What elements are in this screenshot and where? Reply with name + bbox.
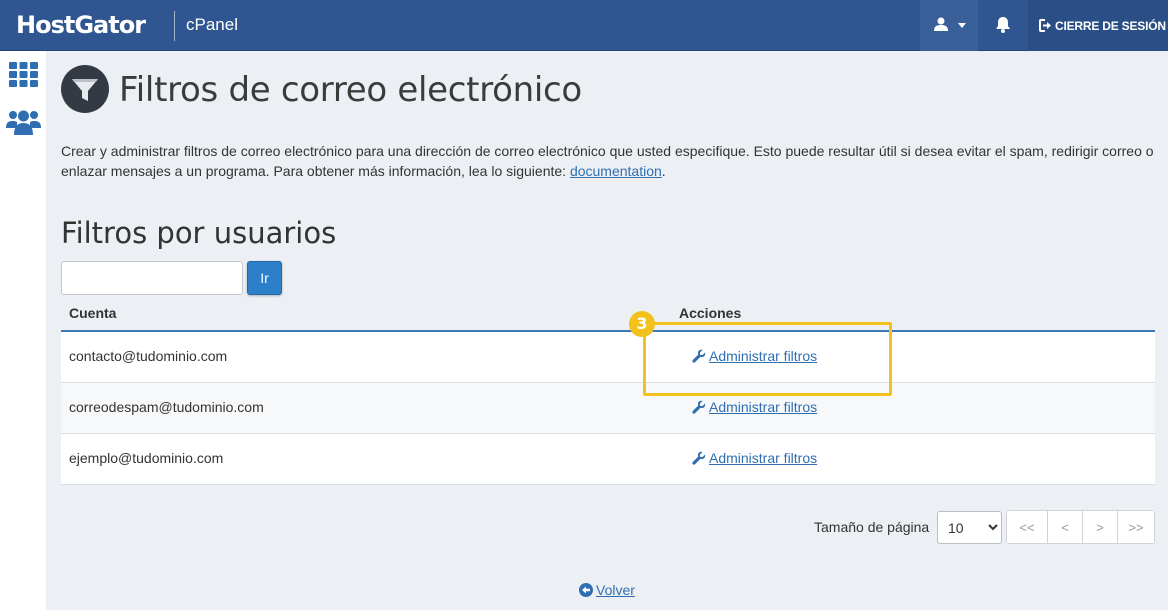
manage-filters-link[interactable]: Administrar filtros	[692, 399, 817, 415]
table-header: Cuenta Acciones	[61, 300, 1155, 332]
column-header-account[interactable]: Cuenta	[69, 305, 116, 321]
first-page-button[interactable]: <<	[1007, 511, 1048, 543]
column-header-actions: Acciones	[679, 305, 742, 321]
account-cell: contacto@tudominio.com	[69, 348, 228, 364]
table-row: ejemplo@tudominio.com Administrar filtro…	[61, 434, 1155, 485]
wrench-icon	[692, 451, 706, 465]
documentation-link[interactable]: documentation	[570, 163, 662, 179]
go-button[interactable]: Ir	[247, 261, 282, 295]
last-page-button[interactable]: >>	[1118, 511, 1154, 543]
logout-button[interactable]: CIERRE DE SESIÓN	[1028, 0, 1168, 51]
arrow-circle-left-icon	[579, 583, 593, 597]
description-end: .	[661, 163, 666, 179]
page-description: Crear y administrar filtros de correo el…	[61, 141, 1161, 181]
page-size-select[interactable]: 10	[937, 511, 1002, 544]
back-label: Volver	[596, 582, 635, 598]
wrench-icon	[692, 400, 706, 414]
next-page-button[interactable]: >	[1083, 511, 1118, 543]
accounts-table: Cuenta Acciones contacto@tudominio.com A…	[61, 300, 1155, 485]
account-cell: ejemplo@tudominio.com	[69, 450, 224, 466]
funnel-icon	[61, 65, 109, 113]
bell-icon	[996, 17, 1010, 33]
notifications-button[interactable]	[978, 0, 1028, 51]
pagination-controls: << < > >>	[1006, 510, 1155, 544]
manage-filters-label: Administrar filtros	[709, 450, 818, 466]
previous-page-button[interactable]: <	[1048, 511, 1083, 543]
grid-icon[interactable]	[9, 62, 38, 87]
page-title: Filtros de correo electrónico	[119, 70, 582, 110]
table-row: contacto@tudominio.com Administrar filtr…	[61, 332, 1155, 383]
step-highlight-box	[643, 322, 892, 396]
hostgator-logo[interactable]: HostGator	[16, 11, 146, 39]
users-icon[interactable]	[6, 109, 41, 135]
manage-filters-link[interactable]: Administrar filtros	[692, 450, 817, 466]
sidebar	[0, 51, 46, 610]
cpanel-label: cPanel	[186, 15, 238, 34]
logout-icon	[1039, 19, 1051, 32]
page-size-label: Tamaño de página	[814, 519, 930, 535]
manage-filters-label: Administrar filtros	[709, 399, 818, 415]
user-icon	[934, 17, 948, 31]
brand-divider	[174, 11, 175, 41]
chevron-down-icon	[958, 23, 966, 28]
user-menu-button[interactable]	[920, 0, 978, 51]
table-row: correodespam@tudominio.com Administrar f…	[61, 383, 1155, 434]
top-navbar: HostGator cPanel CIERRE DE SESIÓN	[0, 0, 1168, 51]
search-input[interactable]	[61, 261, 243, 295]
logout-label: CIERRE DE SESIÓN	[1055, 19, 1166, 33]
back-link[interactable]: Volver	[579, 582, 635, 598]
account-cell: correodespam@tudominio.com	[69, 399, 264, 415]
step-badge: 3	[629, 311, 655, 337]
section-title: Filtros por usuarios	[61, 216, 337, 250]
